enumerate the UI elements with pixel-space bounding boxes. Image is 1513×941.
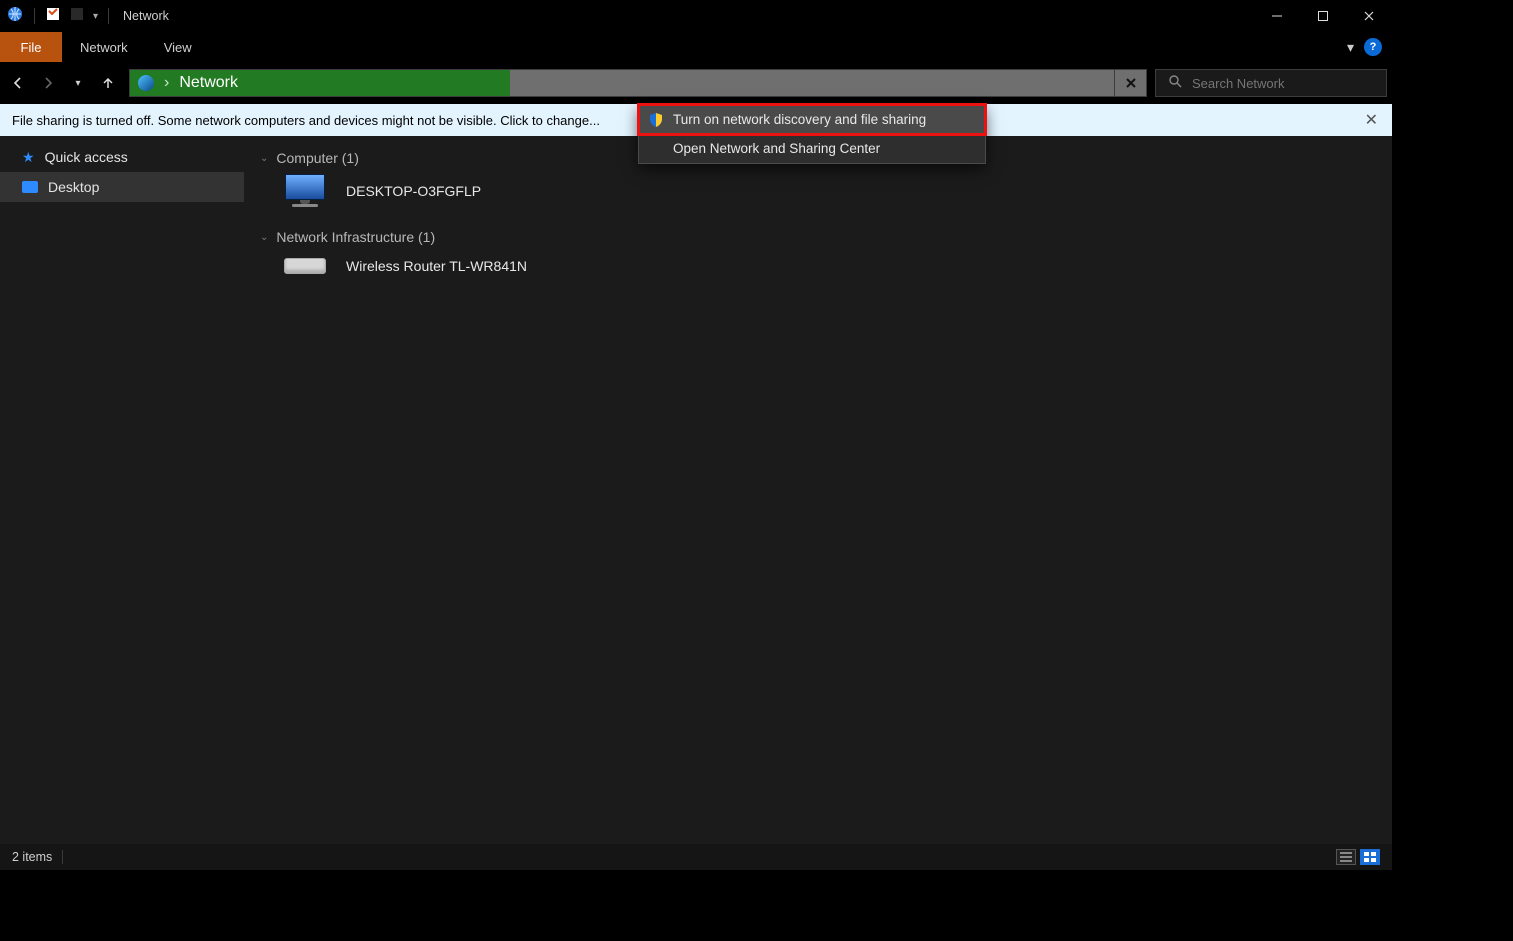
maximize-button[interactable] [1300,0,1346,32]
group-header-label: Network Infrastructure (1) [276,229,435,245]
details-view-button[interactable] [1336,849,1356,865]
back-button[interactable] [5,70,31,96]
search-input[interactable] [1192,76,1374,91]
network-globe-icon [6,5,24,28]
ribbon-collapse-icon[interactable]: ▾ [1347,39,1354,56]
tab-network[interactable]: Network [62,32,146,62]
computer-icon [282,174,328,207]
separator [108,8,109,24]
breadcrumb[interactable]: Network [179,74,238,92]
ribbon: File Network View ▾ ? [0,32,1392,62]
title-bar: ▾ Network [0,0,1392,32]
status-item-count: 2 items [12,850,52,864]
forward-button[interactable] [35,70,61,96]
search-icon [1168,74,1182,93]
list-item-label: Wireless Router TL-WR841N [346,258,527,274]
status-bar: 2 items [0,844,1392,870]
ctx-item-label: Turn on network discovery and file shari… [673,112,926,127]
notification-bar[interactable]: File sharing is turned off. Some network… [0,104,1392,136]
sidebar-item-quick-access[interactable]: ★ Quick access [0,142,244,172]
chevron-down-icon: ⌄ [260,153,268,164]
list-item-computer[interactable]: DESKTOP-O3FGFLP [282,174,1384,207]
navigation-pane: ★ Quick access Desktop [0,136,244,844]
chevron-down-icon: ⌄ [260,232,268,243]
monitor-icon [22,181,38,193]
star-icon: ★ [22,149,35,166]
ctx-open-network-center[interactable]: Open Network and Sharing Center [639,134,985,163]
tab-view[interactable]: View [146,32,210,62]
address-bar[interactable]: › Network [129,69,1147,97]
list-item-label: DESKTOP-O3FGFLP [346,183,481,199]
network-icon [138,75,154,91]
recent-locations-button[interactable]: ▾ [65,70,91,96]
group-header-network-infra[interactable]: ⌄ Network Infrastructure (1) [260,229,1384,245]
shield-icon [648,112,664,128]
window-title: Network [123,9,169,23]
close-button[interactable] [1346,0,1392,32]
sidebar-item-label: Quick access [45,149,128,165]
help-icon[interactable]: ? [1364,38,1382,56]
sidebar-item-label: Desktop [48,179,99,195]
ctx-turn-on-sharing[interactable]: Turn on network discovery and file shari… [639,105,985,134]
ctx-item-label: Open Network and Sharing Center [673,141,880,156]
context-menu: Turn on network discovery and file shari… [638,104,986,164]
sidebar-item-desktop[interactable]: Desktop [0,172,244,202]
separator [62,850,63,864]
list-item-router[interactable]: Wireless Router TL-WR841N [282,253,1384,279]
search-box[interactable] [1155,69,1387,97]
notification-text: File sharing is turned off. Some network… [12,113,600,128]
nav-row: ▾ › Network [0,62,1392,104]
notification-close-button[interactable]: ✕ [1351,110,1392,130]
delete-icon [69,6,85,27]
up-button[interactable] [95,70,121,96]
content-pane[interactable]: ⌄ Computer (1) DESKTOP-O3FGFLP ⌄ Network… [244,136,1392,844]
properties-icon[interactable] [45,6,61,27]
address-clear-button[interactable] [1114,70,1146,96]
qat-dropdown-icon[interactable]: ▾ [93,11,98,22]
tiles-view-button[interactable] [1360,849,1380,865]
separator [34,8,35,24]
minimize-button[interactable] [1254,0,1300,32]
group-header-label: Computer (1) [276,150,358,166]
file-tab[interactable]: File [0,32,62,62]
router-icon [282,253,328,279]
